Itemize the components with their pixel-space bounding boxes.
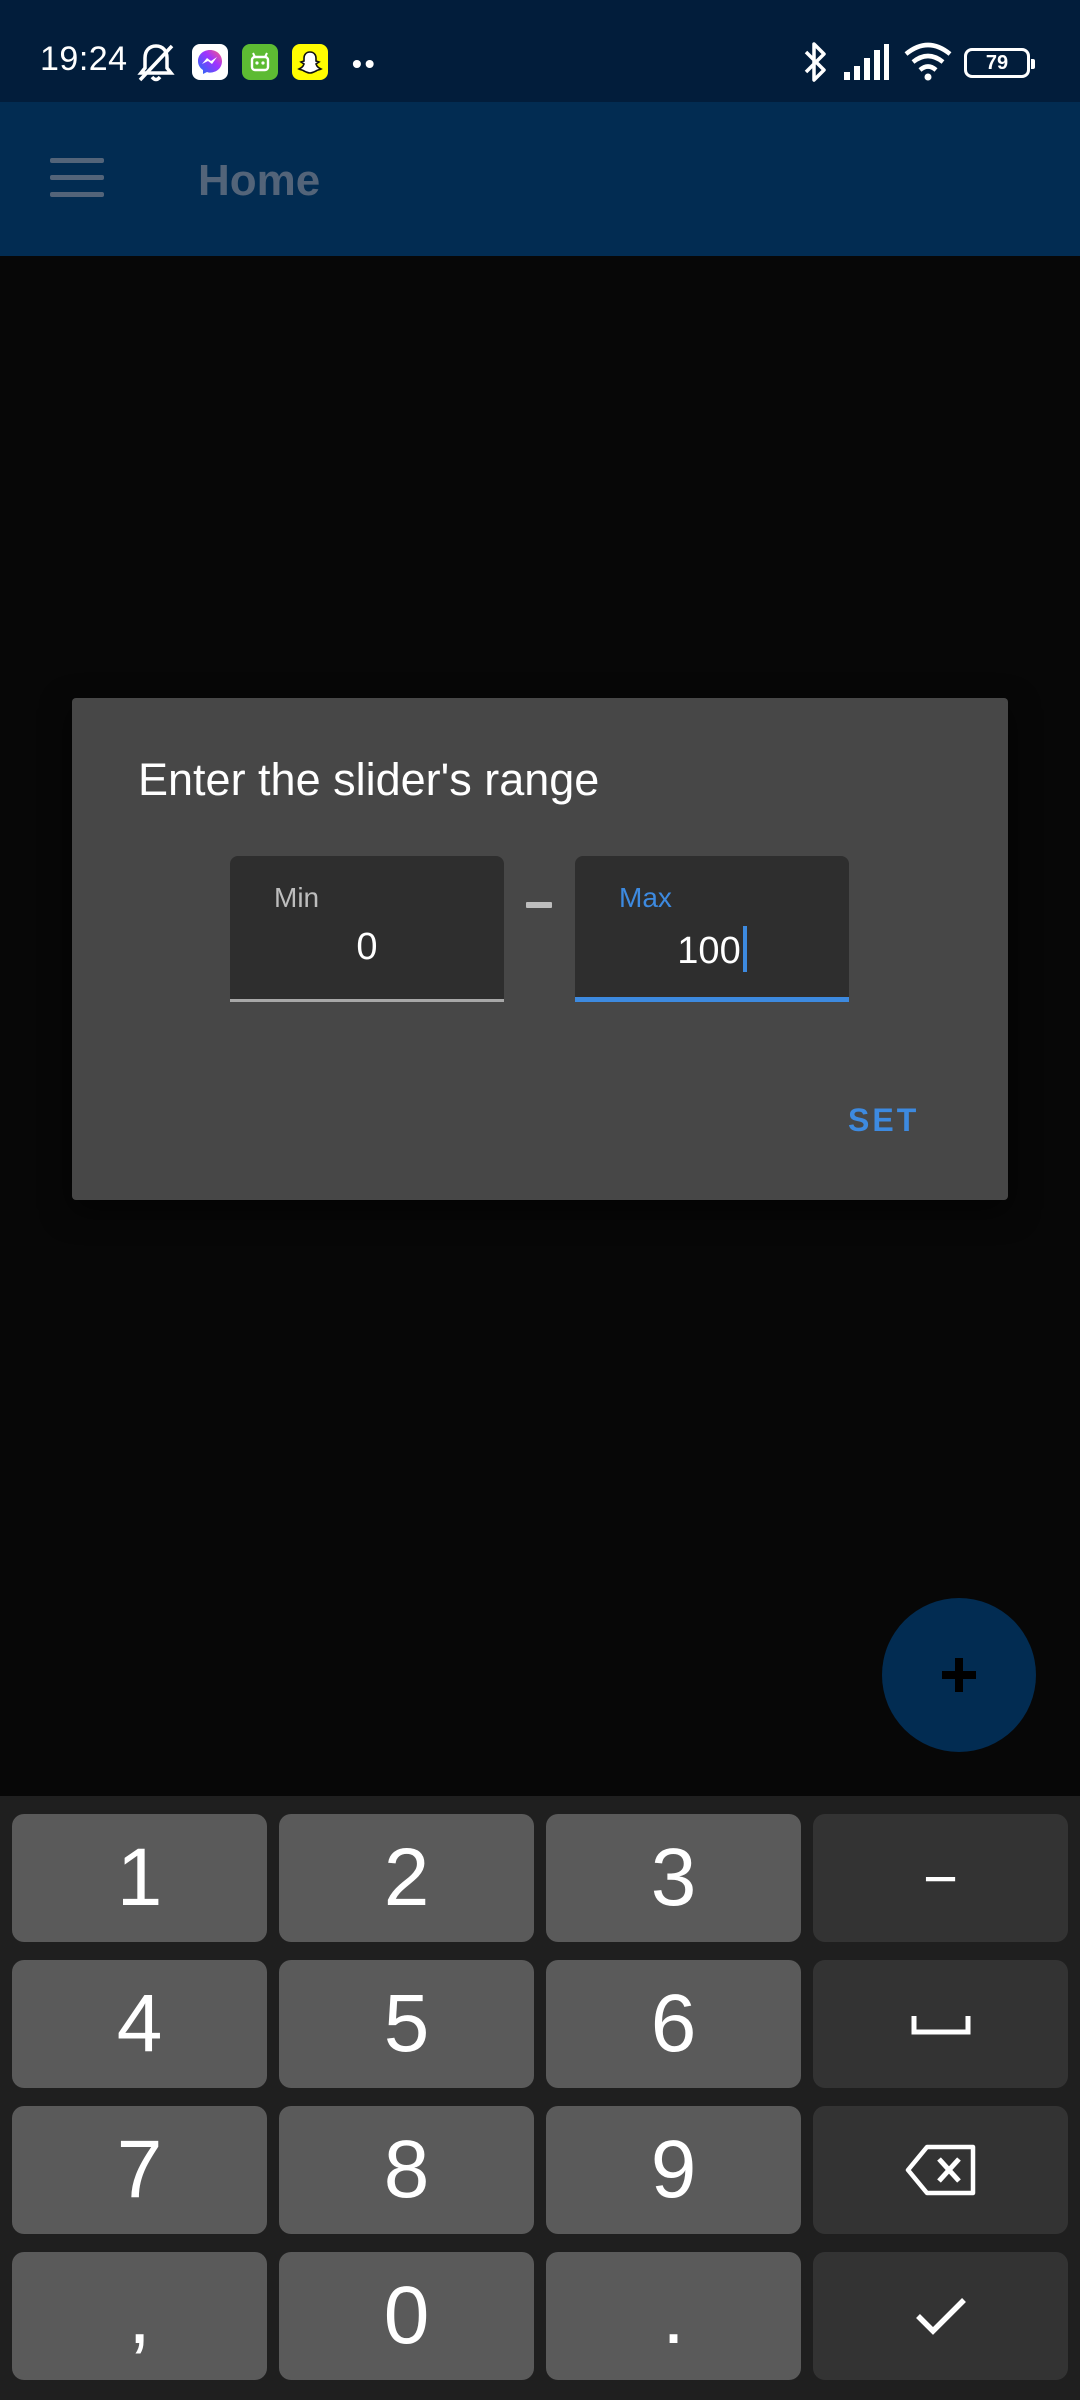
messenger-app-icon xyxy=(192,44,228,80)
max-field-text: 100 xyxy=(677,930,741,972)
key-1[interactable]: 1 xyxy=(12,1814,267,1942)
max-field[interactable]: Max 100 xyxy=(575,856,849,1002)
key-comma[interactable]: , xyxy=(12,2252,267,2380)
key-dot[interactable]: . xyxy=(546,2252,801,2380)
space-icon xyxy=(911,2016,970,2035)
min-field-text: 0 xyxy=(356,926,378,968)
range-dialog: Enter the slider's range Min 0 Max 100 S… xyxy=(72,698,1008,1200)
checkmark-icon xyxy=(915,2298,966,2335)
min-field-label: Min xyxy=(274,882,320,913)
screen: 19:24 •• 79 Home Enter the slider's rang… xyxy=(0,0,1080,2400)
key-space[interactable] xyxy=(813,1960,1068,2088)
android-app-icon xyxy=(242,44,278,80)
key-3[interactable]: 3 xyxy=(546,1814,801,1942)
min-field[interactable]: Min 0 xyxy=(230,856,504,1002)
status-time: 19:24 xyxy=(40,40,128,78)
max-field-value[interactable]: 100 xyxy=(575,926,849,973)
key-2[interactable]: 2 xyxy=(279,1814,534,1942)
plus-icon xyxy=(942,1658,976,1692)
max-field-label: Max xyxy=(619,882,672,913)
battery-icon: 79 xyxy=(964,48,1035,78)
key-backspace[interactable] xyxy=(813,2106,1068,2234)
backspace-icon xyxy=(905,2144,975,2196)
key-9[interactable]: 9 xyxy=(546,2106,801,2234)
min-field-value[interactable]: 0 xyxy=(230,926,504,969)
wifi-icon xyxy=(904,42,952,87)
add-fab-button[interactable] xyxy=(882,1598,1036,1752)
key-7[interactable]: 7 xyxy=(12,2106,267,2234)
app-bar-title: Home xyxy=(198,156,321,205)
snapchat-app-icon xyxy=(292,44,328,80)
key-6[interactable]: 6 xyxy=(546,1960,801,2088)
key-5[interactable]: 5 xyxy=(279,1960,534,2088)
text-cursor xyxy=(742,926,747,972)
dialog-title: Enter the slider's range xyxy=(138,754,600,805)
numeric-keyboard: 1 2 3 − 4 5 6 7 8 9 , 0 . xyxy=(0,1796,1080,2400)
key-0[interactable]: 0 xyxy=(279,2252,534,2380)
range-separator xyxy=(526,902,552,908)
key-done[interactable] xyxy=(813,2252,1068,2380)
bluetooth-icon xyxy=(800,40,830,89)
status-bar: 19:24 •• 79 xyxy=(0,0,1080,102)
hamburger-menu-icon[interactable] xyxy=(50,158,104,198)
app-bar: Home xyxy=(0,102,1080,256)
key-4[interactable]: 4 xyxy=(12,1960,267,2088)
set-button[interactable]: SET xyxy=(836,1094,931,1147)
key-minus[interactable]: − xyxy=(813,1814,1068,1942)
key-8[interactable]: 8 xyxy=(279,2106,534,2234)
signal-icon xyxy=(842,42,890,87)
more-notifications-dots: •• xyxy=(352,48,378,79)
mute-bell-icon xyxy=(134,40,178,89)
